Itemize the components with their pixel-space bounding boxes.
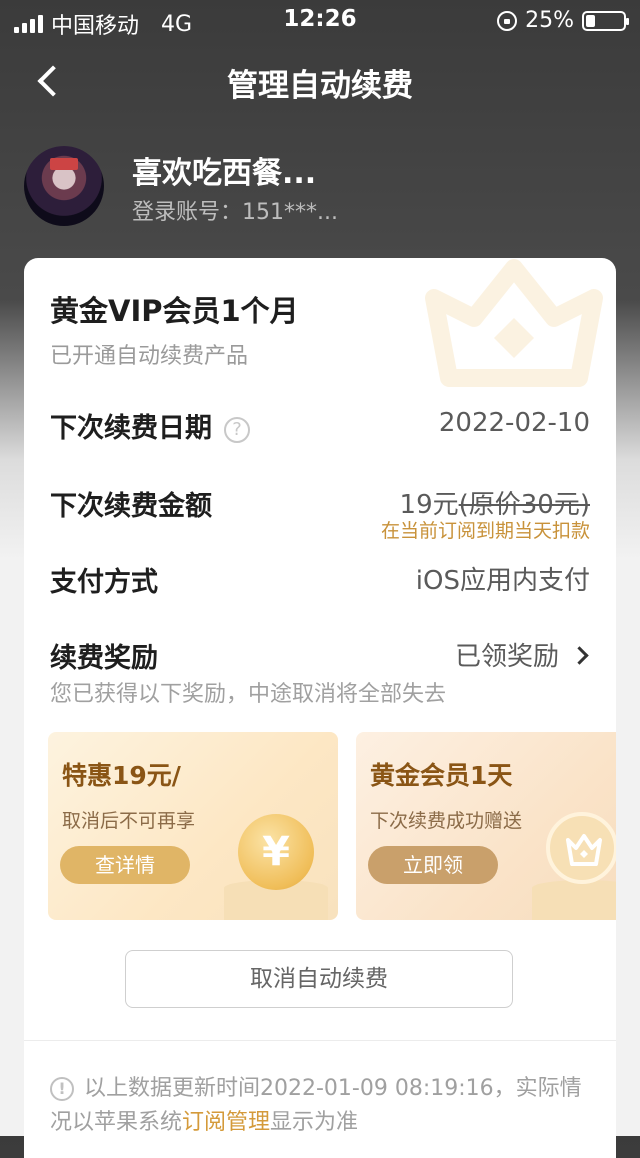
- reward-value: 已领奖励: [454, 642, 559, 672]
- reward-title: 黄金会员1天: [370, 761, 513, 790]
- subscription-card: 黄金VIP会员1个月 已开通自动续费产品 下次续费日期? 2022-02-10 …: [24, 258, 616, 1158]
- status-bar: 中国移动 4G 12:26 25%: [0, 0, 640, 42]
- next-amount-label: 下次续费金额: [50, 491, 212, 522]
- battery-percent: 25%: [525, 8, 574, 33]
- crown-watermark-icon: [425, 259, 603, 387]
- reward-desc: 取消后不可再享: [62, 810, 196, 832]
- footnote-text-end: 显示为准: [270, 1110, 359, 1135]
- orientation-lock-icon: [497, 10, 518, 31]
- user-account: 登录账号：151***...: [132, 200, 338, 225]
- nav-bar: 管理自动续费: [0, 50, 640, 110]
- status-right: 25%: [497, 8, 629, 33]
- avatar: [24, 146, 104, 226]
- chevron-right-icon: [570, 646, 589, 665]
- subscription-subtitle: 已开通自动续费产品: [50, 344, 249, 369]
- view-details-button[interactable]: 查详情: [60, 846, 190, 884]
- next-date-value: 2022-02-10: [438, 408, 590, 438]
- user-profile: 喜欢吃西餐... 登录账号：151***...: [24, 146, 624, 228]
- reward-title: 特惠19元/: [62, 761, 181, 790]
- update-footnote: ! 以上数据更新时间2022-01-09 08:19:16，实际情况以苹果系统订阅…: [50, 1072, 590, 1140]
- reward-card-gold-member: 黄金会员1天 下次续费成功赠送 立即领: [356, 732, 616, 920]
- question-mark-icon[interactable]: ?: [224, 416, 250, 443]
- user-name: 喜欢吃西餐...: [132, 156, 317, 191]
- info-icon: !: [50, 1077, 74, 1101]
- next-date-label: 下次续费日期: [50, 413, 212, 444]
- reward-link[interactable]: 已领奖励: [454, 636, 589, 673]
- battery-icon: [582, 10, 629, 31]
- claim-now-button[interactable]: 立即领: [368, 846, 498, 884]
- subscription-manage-link[interactable]: 订阅管理: [182, 1110, 270, 1135]
- next-date-label-row: 下次续费日期?: [50, 406, 250, 445]
- pedestal-decoration: [532, 880, 616, 920]
- divider: [24, 1040, 616, 1041]
- subscription-title: 黄金VIP会员1个月: [50, 294, 299, 328]
- page-title: 管理自动续费: [227, 68, 413, 104]
- cancel-auto-renew-button[interactable]: 取消自动续费: [125, 950, 513, 1008]
- yuan-coin-icon: ¥: [238, 814, 314, 890]
- crown-icon: [546, 812, 616, 884]
- payment-value: iOS应用内支付: [415, 566, 590, 596]
- reward-card-discount: 特惠19元/ 取消后不可再享 查详情 ¥: [48, 732, 338, 920]
- reward-desc: 下次续费成功赠送: [370, 810, 523, 832]
- next-amount-note: 在当前订阅到期当天扣款: [380, 520, 590, 542]
- reward-subtitle: 您已获得以下奖励，中途取消将全部失去: [50, 682, 447, 707]
- payment-label: 支付方式: [50, 567, 158, 598]
- reward-label: 续费奖励: [50, 643, 158, 674]
- battery-fill: [586, 14, 595, 27]
